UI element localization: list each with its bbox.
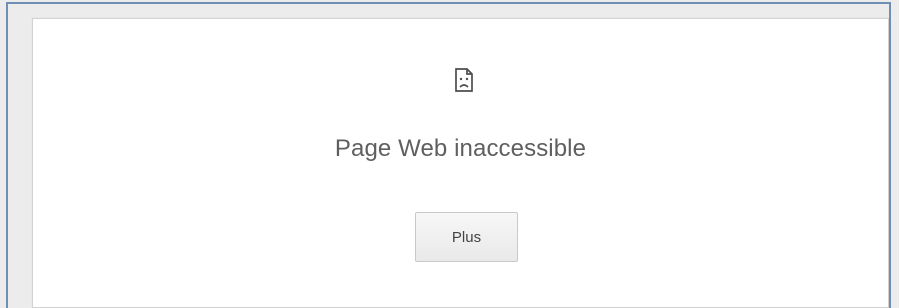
error-panel: Page Web inaccessible Plus [32,18,889,308]
browser-frame: Page Web inaccessible Plus [6,2,891,308]
sad-page-icon [453,67,475,93]
more-button[interactable]: Plus [415,212,518,262]
page-title: Page Web inaccessible [334,135,587,162]
